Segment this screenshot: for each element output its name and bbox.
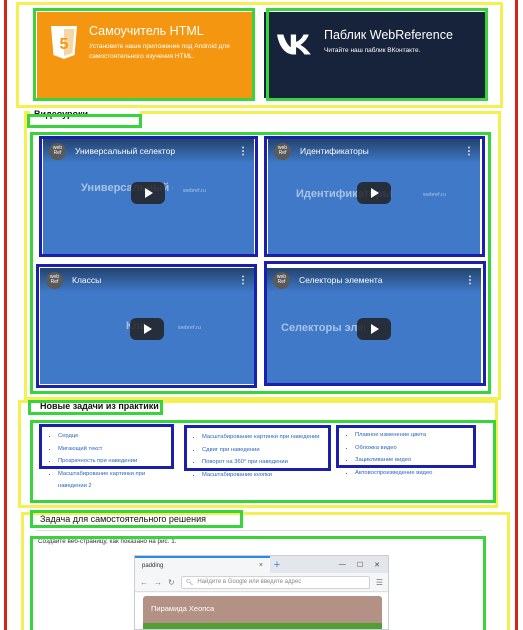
video-outline-4 (264, 261, 486, 386)
minimize-icon[interactable]: — (339, 561, 346, 568)
menu-icon[interactable]: ☰ (376, 578, 383, 587)
self-task-heading-outline (30, 510, 243, 528)
browser-tab[interactable]: padding × (135, 556, 270, 573)
browser-tabstrip: padding × + — ☐ ✕ (135, 556, 388, 573)
video-outline-3 (36, 264, 257, 388)
content-title-block: Пирамида Хеопса (143, 596, 382, 623)
new-tab-icon[interactable]: + (270, 556, 284, 573)
window-controls: — ☐ ✕ (339, 556, 388, 573)
close-tab-icon[interactable]: × (259, 562, 263, 569)
close-window-icon[interactable]: ✕ (374, 561, 380, 569)
browser-content: Пирамида Хеопса (135, 593, 388, 629)
task-list-outline-1 (39, 424, 174, 469)
browser-mockup: padding × + — ☐ ✕ ← → ↻ 🔍︎ Найдите в Goo… (134, 555, 389, 630)
vk-promo-outline (266, 8, 488, 101)
video-outline-2 (264, 136, 485, 257)
address-placeholder: Найдите в Google или введите адрес (197, 579, 302, 585)
search-icon: 🔍︎ (185, 579, 194, 586)
back-icon[interactable]: ← (140, 578, 148, 587)
address-bar[interactable]: 🔍︎ Найдите в Google или введите адрес (180, 575, 370, 589)
videos-heading-outline (27, 114, 142, 128)
task-list-outline-3 (336, 425, 476, 468)
task-link[interactable]: Автовоспроизведение видео (355, 467, 472, 480)
tasks-heading-outline (28, 400, 163, 415)
browser-tab-label: padding (142, 562, 164, 569)
maximize-icon[interactable]: ☐ (357, 561, 363, 569)
divider (36, 530, 482, 531)
content-strip (143, 623, 382, 629)
html-promo-outline (33, 8, 255, 101)
browser-toolbar: ← → ↻ 🔍︎ Найдите в Google или введите ад… (135, 573, 388, 592)
task-link[interactable]: Масштабирование картинки при наведении 2 (58, 468, 169, 493)
forward-icon[interactable]: → (154, 578, 162, 587)
reload-icon[interactable]: ↻ (168, 578, 175, 587)
task-list-outline-2 (184, 425, 331, 471)
video-outline-1 (39, 136, 258, 257)
